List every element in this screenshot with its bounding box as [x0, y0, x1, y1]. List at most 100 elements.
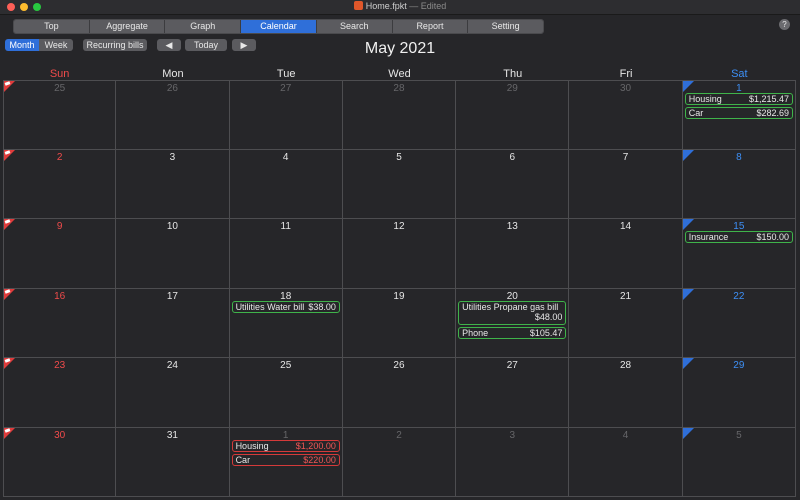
- day-cell[interactable]: 28: [569, 358, 683, 428]
- bill-entry[interactable]: Housing $1,200.00: [231, 439, 340, 452]
- day-cell[interactable]: 24: [116, 358, 230, 428]
- help-button[interactable]: ?: [779, 19, 790, 30]
- day-number: 22: [733, 290, 745, 302]
- day-cell[interactable]: 26: [342, 358, 457, 428]
- bill-name: Phone: [462, 327, 489, 338]
- bill-entry[interactable]: Housing $1,215.47: [684, 93, 793, 105]
- day-cell[interactable]: 28: [342, 80, 457, 150]
- bill-name: Utilities Propane gas bill: [462, 301, 559, 312]
- day-cell[interactable]: 4: [569, 427, 683, 497]
- bill-name: Car: [235, 454, 251, 465]
- day-cell[interactable]: 27: [456, 358, 570, 428]
- day-cell[interactable]: 5: [682, 427, 796, 497]
- day-cell[interactable]: 20 Utilities Propane gas bill $48.00 Phone $…: [456, 288, 570, 358]
- tab-setting[interactable]: Setting: [468, 20, 543, 33]
- tab-aggregate[interactable]: Aggregate: [89, 20, 166, 33]
- day-cell[interactable]: 2: [3, 149, 117, 219]
- day-cell[interactable]: 3: [116, 149, 230, 219]
- bill-name: Car: [688, 108, 704, 118]
- day-cell[interactable]: 15 Insurance $150.00: [682, 219, 796, 289]
- day-cell[interactable]: 4: [229, 149, 343, 219]
- bill-name: Utilities Water bill: [235, 301, 305, 312]
- day-cell[interactable]: 5: [342, 149, 457, 219]
- day-cell[interactable]: 11: [229, 219, 343, 289]
- day-cell[interactable]: 19: [342, 288, 457, 358]
- day-cell[interactable]: 26: [116, 80, 230, 150]
- day-cell[interactable]: 22: [682, 288, 796, 358]
- day-cell[interactable]: 1 Housing $1,215.47 Car $282.69: [682, 80, 796, 150]
- bill-entry[interactable]: Utilities Propane gas bill $48.00: [458, 300, 567, 325]
- day-cell[interactable]: 7: [569, 149, 683, 219]
- day-cell[interactable]: 27: [229, 80, 343, 150]
- day-cell[interactable]: 18 Utilities Water bill $38.00: [229, 288, 343, 358]
- tab-search[interactable]: Search: [316, 20, 393, 33]
- day-cell[interactable]: 14: [569, 219, 683, 289]
- bill-name: Housing: [688, 94, 722, 104]
- day-cell[interactable]: 30: [569, 80, 683, 150]
- day-cell[interactable]: 25: [229, 358, 343, 428]
- bill-entry[interactable]: Car $282.69: [684, 107, 793, 119]
- bill-amount: $220.00: [303, 454, 336, 465]
- weekday-tue: Tue: [276, 68, 296, 80]
- day-number: 11: [280, 221, 291, 232]
- day-cell[interactable]: 29: [682, 358, 796, 428]
- day-number: 10: [166, 221, 178, 232]
- day-number: 3: [169, 151, 176, 163]
- day-number: 4: [622, 429, 629, 441]
- day-cell[interactable]: 17: [116, 288, 230, 358]
- day-cell[interactable]: 31: [116, 427, 230, 497]
- day-cell[interactable]: 30: [3, 427, 117, 497]
- day-number: 29: [506, 83, 518, 94]
- day-cell[interactable]: 1 Housing $1,200.00 Car $220.00: [229, 427, 343, 497]
- day-number: 4: [282, 151, 289, 163]
- day-number: 26: [166, 83, 178, 94]
- weekday-wed: Wed: [388, 68, 411, 80]
- tab-top[interactable]: Top: [14, 20, 90, 33]
- day-number: 25: [280, 360, 292, 371]
- day-number: 13: [506, 221, 518, 232]
- toolbar: Top Aggregate Graph Calendar Search Report Set…: [0, 15, 800, 37]
- day-cell[interactable]: 16: [3, 288, 117, 358]
- tab-report[interactable]: Report: [392, 20, 469, 33]
- day-number: 6: [509, 151, 516, 163]
- bill-entry[interactable]: Car $220.00: [231, 453, 340, 466]
- day-number: 7: [622, 151, 629, 163]
- day-number: 2: [56, 151, 63, 163]
- day-cell[interactable]: 9: [3, 219, 117, 289]
- bill-entry[interactable]: Insurance $150.00: [684, 231, 793, 243]
- day-number: 20: [506, 290, 518, 302]
- day-number: 12: [393, 221, 405, 232]
- day-number: 27: [506, 360, 518, 371]
- bill-amount: $38.00: [308, 301, 336, 312]
- day-number: 8: [736, 151, 742, 163]
- day-number: 31: [166, 429, 178, 441]
- day-number: 23: [54, 360, 66, 371]
- day-cell[interactable]: 23: [3, 358, 117, 428]
- edited-indicator: — Edited: [409, 1, 447, 11]
- day-number: 17: [166, 290, 178, 302]
- tab-graph[interactable]: Graph: [165, 20, 242, 33]
- day-cell[interactable]: 6: [456, 149, 570, 219]
- day-cell[interactable]: 10: [116, 219, 230, 289]
- day-cell[interactable]: 8: [682, 149, 796, 219]
- day-cell[interactable]: 29: [456, 80, 570, 150]
- main-tabs: Top Aggregate Graph Calendar Search Report Set…: [13, 19, 544, 34]
- day-number: 27: [280, 83, 292, 94]
- title-bar: Home.fpkt — Edited: [0, 0, 800, 15]
- day-cell[interactable]: 3: [456, 427, 570, 497]
- day-number: 16: [54, 290, 66, 302]
- bill-entry[interactable]: Phone $105.47: [458, 326, 567, 339]
- day-cell[interactable]: 25: [3, 80, 117, 150]
- day-cell[interactable]: 12: [342, 219, 457, 289]
- day-number: 5: [736, 429, 742, 441]
- day-number: 30: [620, 83, 632, 94]
- calendar-grid: 25 26 27 28 29 30 1 Housing $1,215.47 Car $282.69 2…: [3, 80, 796, 497]
- weekday-mon: Mon: [162, 68, 184, 80]
- tab-calendar[interactable]: Calendar: [241, 20, 317, 33]
- day-cell[interactable]: 2: [342, 427, 457, 497]
- day-cell[interactable]: 13: [456, 219, 570, 289]
- bill-entry[interactable]: Utilities Water bill $38.00: [231, 300, 340, 313]
- weekday-sat: Sat: [731, 68, 748, 80]
- weekday-fri: Fri: [619, 68, 633, 80]
- day-cell[interactable]: 21: [569, 288, 683, 358]
